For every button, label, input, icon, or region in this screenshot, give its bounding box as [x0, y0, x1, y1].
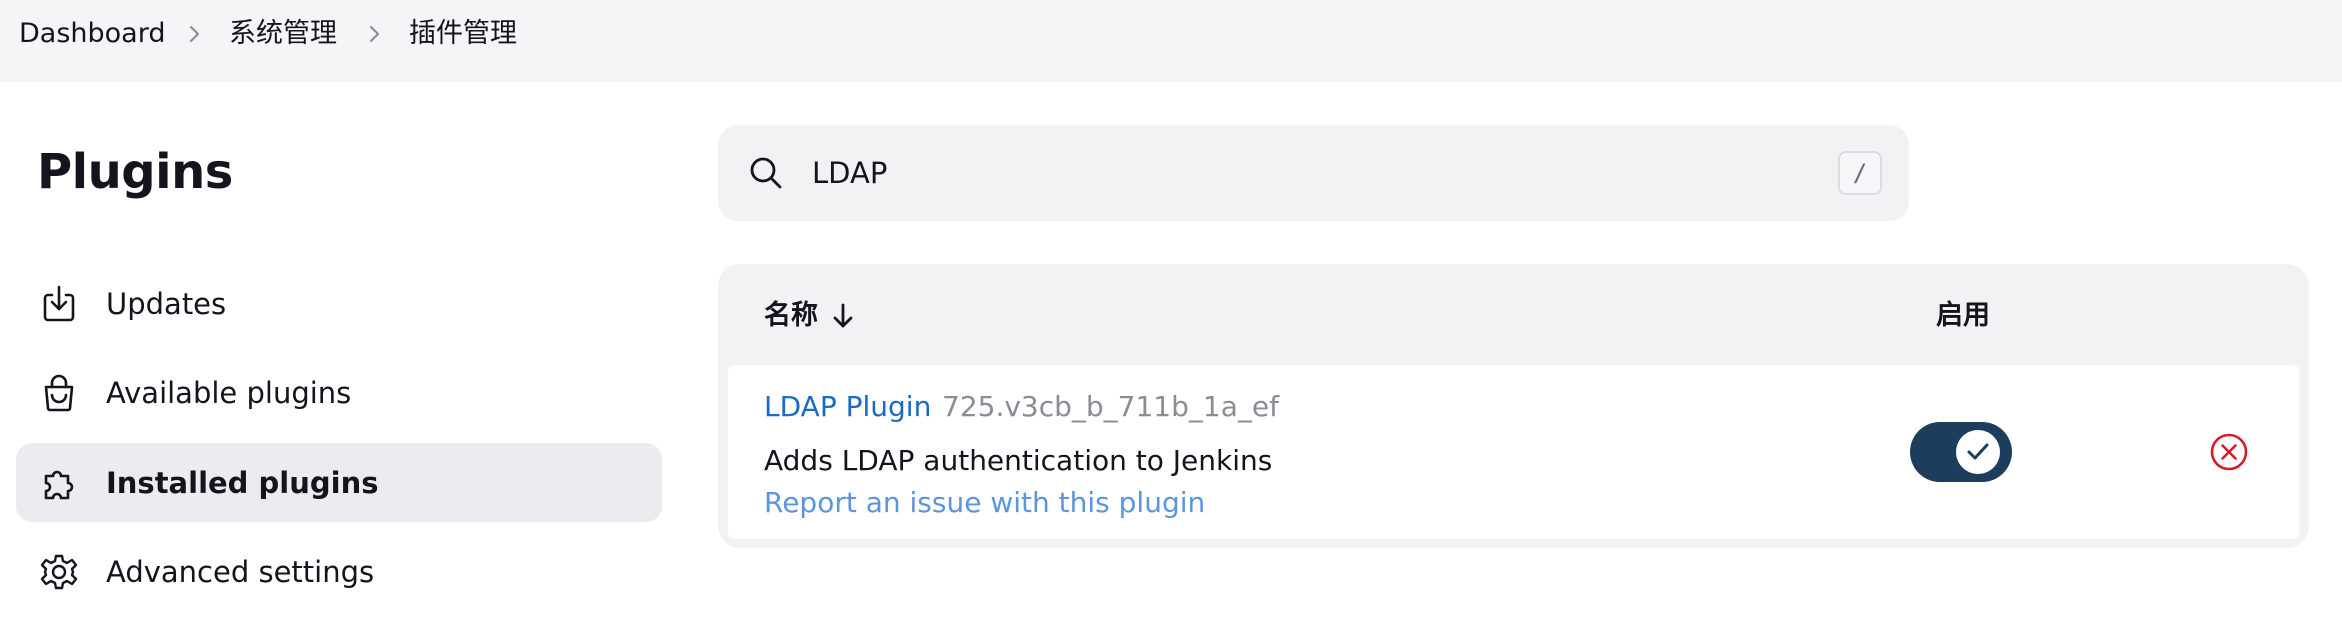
chevron-right-icon — [370, 26, 379, 42]
plugin-enabled-toggle[interactable] — [1910, 422, 2012, 482]
plugin-name-link[interactable]: LDAP Plugin — [764, 385, 931, 429]
search-icon — [750, 157, 782, 189]
breadcrumb-system-management[interactable]: 系统管理 — [229, 14, 337, 54]
sidebar-item-updates[interactable]: Updates — [16, 264, 662, 343]
plugin-search-box: / — [718, 125, 1909, 221]
breadcrumb-dashboard[interactable]: Dashboard — [19, 14, 165, 54]
column-header-enabled: 启用 — [1936, 300, 1990, 331]
search-input[interactable] — [812, 151, 1712, 195]
sidebar-item-label: Updates — [106, 287, 227, 321]
gear-icon — [40, 554, 78, 590]
shopping-bag-icon — [44, 374, 74, 412]
column-header-name[interactable]: 名称 — [764, 296, 818, 336]
installed-plugins-table: 名称 启用 LDAP Plugin 725.v3cb_b_711b_1a_ef … — [718, 264, 2309, 548]
chevron-right-icon — [190, 26, 199, 42]
sidebar-item-available-plugins[interactable]: Available plugins — [16, 353, 662, 432]
report-issue-link[interactable]: Report an issue with this plugin — [764, 481, 1205, 525]
uninstall-x-circle-icon[interactable] — [2209, 432, 2249, 472]
table-row: LDAP Plugin 725.v3cb_b_711b_1a_ef Adds L… — [728, 365, 2299, 539]
sidebar-item-advanced-settings[interactable]: Advanced settings — [16, 532, 662, 611]
arrow-down-icon[interactable] — [830, 302, 856, 330]
sidebar-item-installed-plugins[interactable]: Installed plugins — [16, 443, 662, 522]
download-icon — [43, 285, 75, 322]
sidebar-item-label: Installed plugins — [106, 466, 379, 500]
keyboard-shortcut-hint: / — [1838, 151, 1882, 195]
puzzle-piece-icon — [44, 470, 74, 500]
page-title: Plugins — [37, 144, 233, 200]
checkmark-icon — [1967, 443, 1989, 460]
breadcrumb-bar: Dashboard 系统管理 插件管理 — [0, 0, 2342, 82]
plugin-description: Adds LDAP authentication to Jenkins — [764, 444, 1273, 477]
plugin-version: 725.v3cb_b_711b_1a_ef — [942, 390, 1279, 423]
sidebar-item-label: Available plugins — [106, 376, 352, 410]
breadcrumb-plugin-management[interactable]: 插件管理 — [409, 14, 517, 54]
sidebar-item-label: Advanced settings — [106, 555, 375, 589]
toggle-knob — [1956, 430, 2000, 474]
